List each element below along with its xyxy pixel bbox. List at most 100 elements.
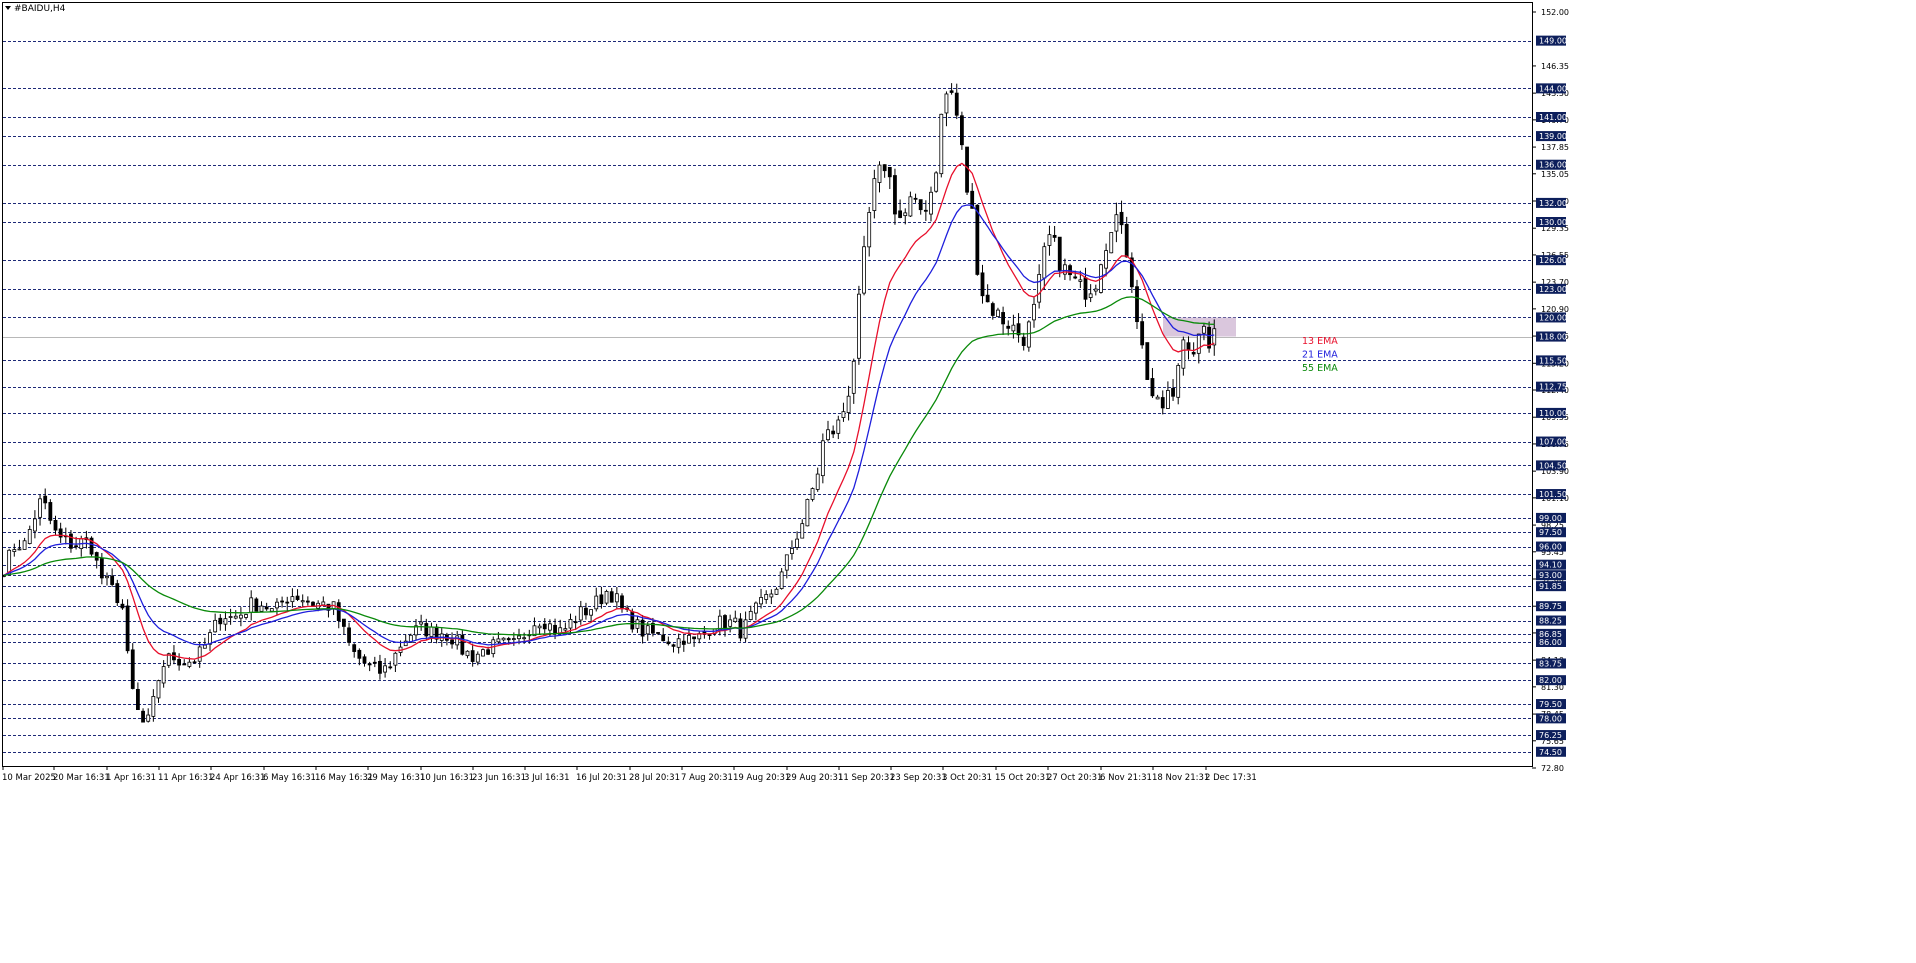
candle-body (460, 634, 465, 655)
candle-body (996, 309, 1000, 318)
candle-body (1145, 342, 1150, 380)
legend-label: 13 EMA (1302, 336, 1338, 347)
candle-body (233, 615, 238, 619)
candle-body (1078, 279, 1083, 282)
candle-body (1037, 274, 1042, 303)
candle-body (192, 661, 197, 664)
candle-body (908, 196, 913, 217)
candle-body (187, 661, 192, 667)
x-tick-label: 29 May 16:31 (367, 773, 425, 783)
y-tick-label: 72.80 (1541, 764, 1564, 773)
price-tag: 78.00 (1536, 713, 1566, 724)
candle-body (1171, 387, 1175, 397)
candle-body (1047, 234, 1052, 246)
candle (857, 285, 861, 365)
price-tag-label: 96.00 (1539, 543, 1562, 552)
legend-label: 55 EMA (1302, 363, 1338, 374)
price-tag-label: 130.00 (1539, 218, 1567, 227)
candle-body (820, 440, 825, 477)
candle-body (1021, 336, 1026, 346)
candle (481, 648, 485, 657)
candle-body (1119, 211, 1124, 226)
candle-body (1181, 339, 1186, 369)
candle-body (573, 621, 578, 624)
price-tag-label: 141.00 (1539, 113, 1567, 122)
candle-body (156, 680, 161, 699)
candle (975, 204, 980, 276)
x-tick-label: 1 Apr 16:31 (106, 773, 156, 783)
candle (805, 498, 810, 527)
candle-body (130, 649, 135, 689)
price-tag: 144.00 (1536, 83, 1567, 94)
candle-body (831, 430, 836, 435)
legend-label: 21 EMA (1302, 350, 1338, 361)
price-tag-label: 93.00 (1539, 571, 1562, 580)
candle-body (362, 656, 367, 664)
candle-body (790, 548, 794, 555)
price-tag: 130.00 (1536, 217, 1567, 227)
candle-body (1006, 325, 1011, 329)
price-chart[interactable]: 152.00146.35143.50140.70137.85135.05132.… (0, 0, 1916, 963)
price-tag-label: 139.00 (1539, 132, 1567, 141)
candle-body (522, 637, 527, 640)
price-tag: 107.00 (1536, 436, 1567, 447)
price-tag: 88.25 (1536, 615, 1566, 626)
candle-body (12, 549, 17, 552)
price-tag: 115.50 (1536, 355, 1567, 366)
candle-body (120, 603, 125, 609)
candle-body (944, 93, 949, 114)
candle-body (450, 639, 454, 645)
candle-body (1104, 250, 1108, 269)
price-tag-label: 112.75 (1539, 383, 1567, 392)
candle (1026, 320, 1031, 352)
chart-title-group[interactable]: #BAIDU,H4 (5, 4, 66, 14)
candle-body (882, 164, 887, 172)
x-tick-label: 24 Apr 16:31 (210, 773, 265, 783)
price-tag: 96.00 (1536, 541, 1566, 552)
candle-body (311, 601, 315, 607)
x-tick-label: 7 Aug 20:31 (681, 773, 733, 783)
candle-body (723, 615, 727, 630)
price-tag-label: 107.00 (1539, 438, 1567, 447)
candle-body (202, 644, 207, 649)
x-tick-label: 23 Jun 16:31 (472, 773, 526, 783)
candle-body (259, 605, 264, 612)
candle-body (1114, 214, 1119, 232)
candle-body (887, 166, 892, 178)
candle-body (1160, 397, 1165, 409)
candle-body (676, 638, 681, 648)
price-tag: 112.75 (1536, 381, 1567, 392)
candle-body (980, 272, 985, 297)
candle-body (238, 614, 243, 619)
candle-body (352, 644, 357, 652)
candle-body (620, 595, 624, 608)
candle-body (1011, 324, 1016, 332)
x-tick-label: 28 Jul 20:31 (629, 773, 680, 783)
candle-body (300, 600, 305, 603)
candle-body (913, 197, 918, 200)
candle-body (893, 175, 897, 215)
candle-body (578, 606, 583, 621)
price-tag-label: 82.00 (1539, 676, 1562, 685)
candle-body (481, 649, 485, 657)
candle-body (975, 204, 980, 275)
candle (48, 499, 53, 525)
candle-body (383, 665, 388, 673)
candle (125, 599, 130, 654)
candle-body (182, 663, 187, 666)
candle-body (568, 619, 573, 629)
candle-body (717, 615, 722, 631)
candle-body (1150, 378, 1155, 397)
price-tag: 149.00 (1536, 35, 1567, 46)
candle-body (671, 644, 676, 647)
candle-body (27, 529, 32, 544)
price-tag: 120.00 (1536, 312, 1567, 323)
candle-body (1052, 234, 1057, 238)
candle-body (1202, 325, 1206, 334)
candle-body (1088, 293, 1093, 298)
candle-body (99, 558, 104, 579)
candle-body (496, 638, 501, 643)
candle-body (1068, 265, 1072, 276)
candle-body (69, 533, 73, 549)
candle-body (743, 619, 748, 639)
